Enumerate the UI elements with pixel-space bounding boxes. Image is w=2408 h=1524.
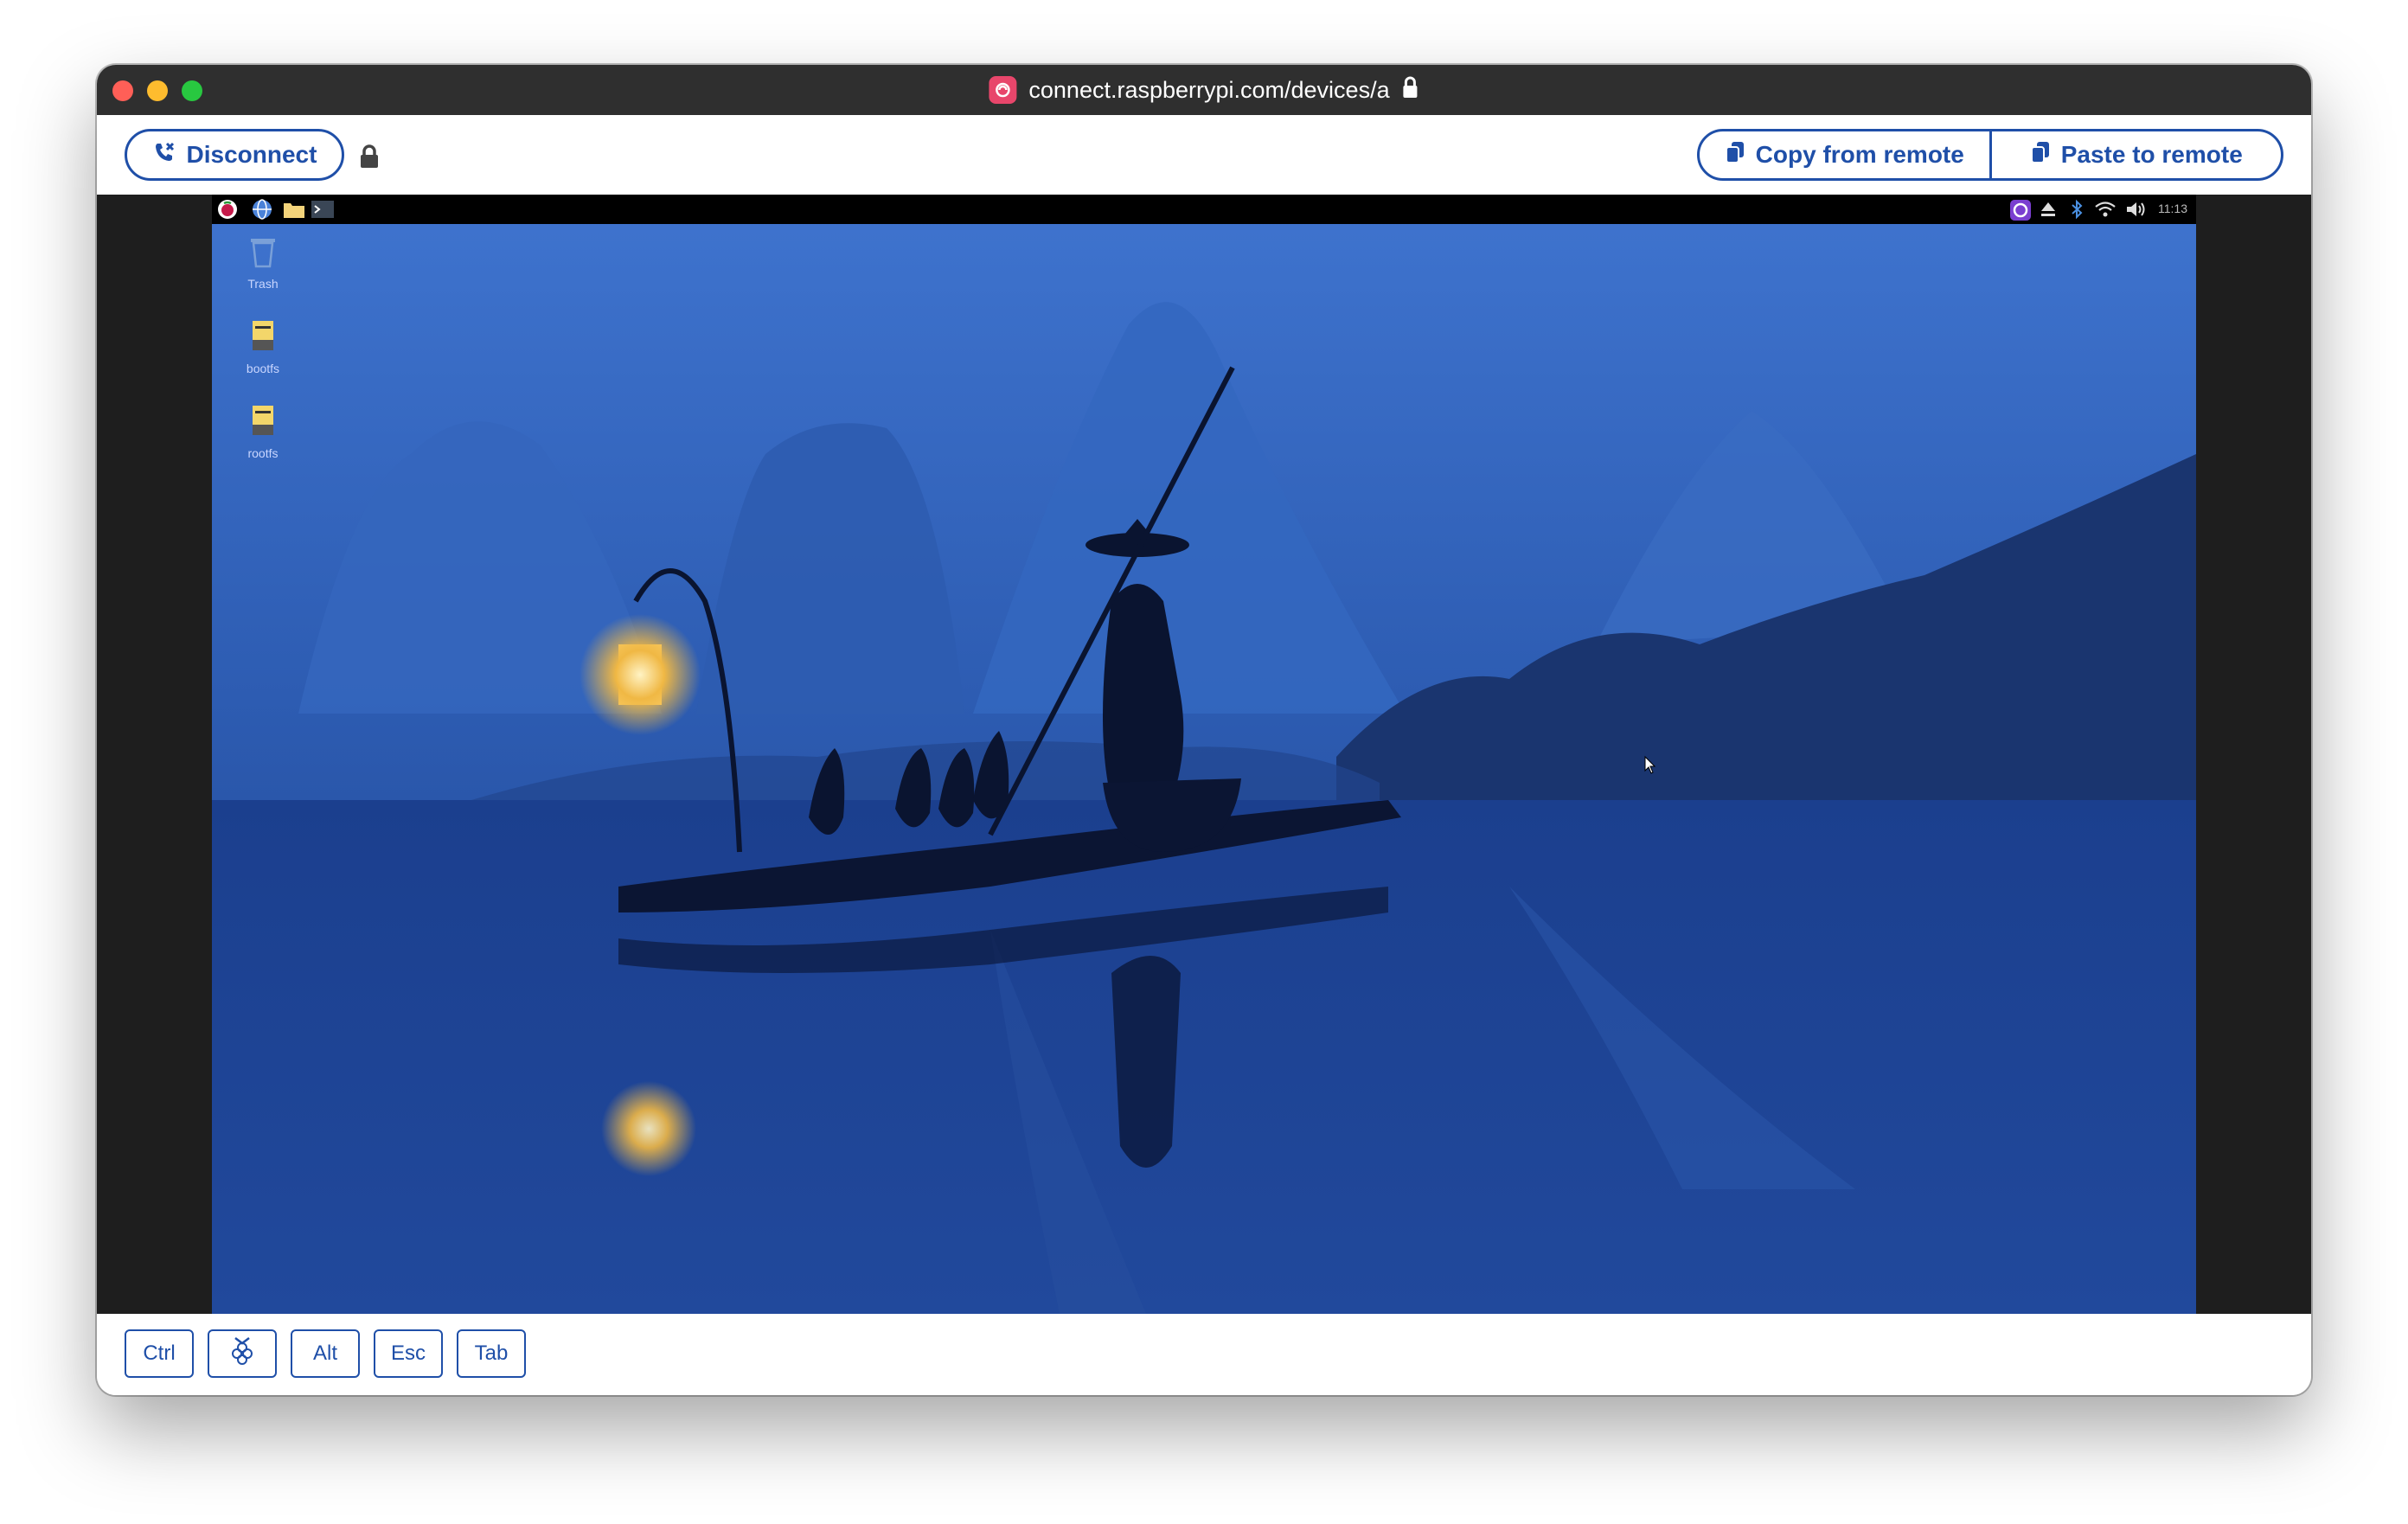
desktop-icon-trash[interactable]: Trash [233,234,293,291]
trash-icon [233,234,293,272]
session-toolbar: Disconnect Copy from remote Paste to rem… [97,115,2311,195]
raspberry-menu-icon[interactable] [217,199,238,220]
disconnect-button[interactable]: Disconnect [125,129,344,181]
raspberry-icon [227,1335,257,1374]
connect-status-icon[interactable] [2009,199,2031,221]
paste-to-remote-button[interactable]: Paste to remote [1989,131,2282,178]
terminal-icon[interactable] [311,199,334,220]
ctrl-key-button[interactable]: Ctrl [125,1329,194,1378]
remote-taskbar: 11:13 [212,195,2196,224]
tab-key-button[interactable]: Tab [457,1329,526,1378]
drive-icon [233,319,293,356]
secure-lock-icon [1402,76,1419,105]
wifi-icon[interactable] [2094,199,2116,220]
url-text: connect.raspberrypi.com/devices/a [1028,76,1390,103]
clipboard-icon [1725,140,1745,170]
raspberry-key-button[interactable] [208,1329,277,1378]
remote-screen-area: 11:13 Trash bootfs rootfs [97,195,2311,1314]
special-keys-bar: Ctrl Alt Esc Tab [97,1314,2311,1395]
rootfs-label: rootfs [247,446,279,460]
bluetooth-icon[interactable] [2068,199,2089,220]
desktop-icon-rootfs[interactable]: rootfs [233,404,293,460]
web-browser-icon[interactable] [252,199,272,220]
browser-window: connect.raspberrypi.com/devices/a Discon… [97,65,2311,1395]
paste-label: Paste to remote [2060,141,2243,168]
esc-key-button[interactable]: Esc [374,1329,443,1378]
drive-icon [233,404,293,441]
file-manager-icon[interactable] [283,199,304,220]
raspberry-connect-icon [989,76,1017,104]
title-bar: connect.raspberrypi.com/devices/a [97,65,2311,115]
disconnect-label: Disconnect [186,141,317,168]
desktop-icon-bootfs[interactable]: bootfs [233,319,293,375]
eject-icon[interactable] [2039,199,2059,220]
clipboard-button-group: Copy from remote Paste to remote [1697,129,2283,181]
maximize-window-button[interactable] [182,80,202,101]
copy-label: Copy from remote [1755,141,1964,168]
padlock-icon [360,144,379,173]
address-display: connect.raspberrypi.com/devices/a [989,65,1419,115]
close-window-button[interactable] [112,80,133,101]
phone-hangup-icon [152,140,176,170]
bootfs-label: bootfs [246,362,280,375]
copy-from-remote-button[interactable]: Copy from remote [1700,131,1989,178]
taskbar-clock[interactable]: 11:13 [2158,202,2187,215]
alt-key-button[interactable]: Alt [291,1329,360,1378]
trash-label: Trash [247,277,279,291]
wallpaper-image [212,195,2196,1314]
minimize-window-button[interactable] [147,80,168,101]
remote-desktop[interactable]: 11:13 Trash bootfs rootfs [212,195,2196,1314]
clipboard-icon [2030,140,2051,170]
volume-icon[interactable] [2125,199,2146,220]
